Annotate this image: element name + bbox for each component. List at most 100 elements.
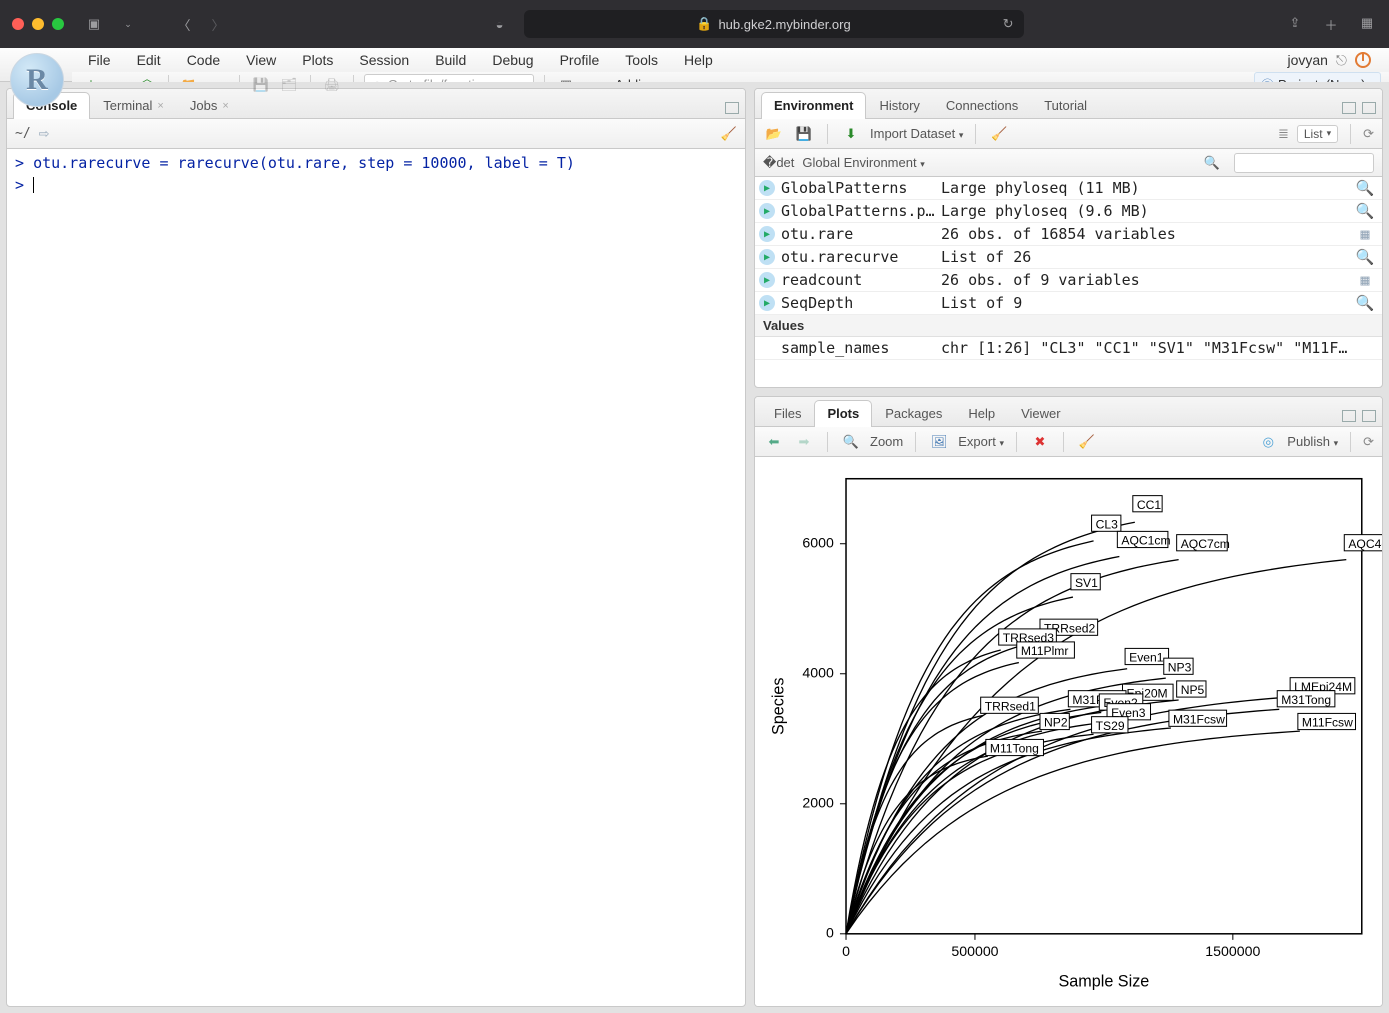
env-row-action-icon[interactable]: ▦	[1352, 271, 1378, 289]
menu-help[interactable]: Help	[674, 48, 723, 72]
menu-view[interactable]: View	[236, 48, 286, 72]
env-view-mode[interactable]: List ▾	[1297, 125, 1338, 143]
close-window-icon[interactable]	[12, 18, 24, 30]
pane-maximize-icon[interactable]	[1362, 410, 1376, 422]
address-bar[interactable]: 🔒 hub.gke2.mybinder.org ↻	[524, 10, 1024, 38]
broom-icon[interactable]: 🧹	[988, 123, 1010, 145]
env-row-action-icon[interactable]: ▦	[1352, 225, 1378, 243]
zoom-button[interactable]: Zoom	[870, 434, 903, 449]
maximize-window-icon[interactable]	[52, 18, 64, 30]
lock-icon: 🔒	[696, 16, 712, 32]
refresh-icon[interactable]: ⟳	[1363, 126, 1374, 142]
tab-environment[interactable]: Environment	[761, 92, 866, 119]
export-button[interactable]: Export ▾	[958, 434, 1004, 449]
tab-terminal[interactable]: Terminal×	[90, 92, 177, 119]
share-icon[interactable]: ⇪	[1285, 15, 1305, 34]
env-row-action-icon[interactable]: 🔍	[1352, 202, 1378, 220]
menu-session[interactable]: Session	[349, 48, 419, 72]
menu-debug[interactable]: Debug	[482, 48, 543, 72]
signout-icon[interactable]: ⎋	[1336, 52, 1347, 69]
plot-prev-icon[interactable]: ⬅	[763, 431, 785, 453]
open-workspace-icon[interactable]: 📂	[763, 123, 785, 145]
env-row-action-icon[interactable]: 🔍	[1352, 248, 1378, 266]
vertical-splitter[interactable]	[746, 88, 754, 1007]
power-icon[interactable]	[1355, 52, 1371, 68]
expand-icon[interactable]: ▶	[759, 295, 775, 311]
console-go-icon[interactable]: ⇨	[39, 126, 50, 142]
import-dataset-button[interactable]: Import Dataset ▾	[870, 126, 963, 141]
horizontal-splitter[interactable]	[754, 388, 1383, 396]
expand-icon[interactable]: ▶	[759, 249, 775, 265]
remove-plot-icon[interactable]: ✖	[1029, 431, 1051, 453]
series-label: AQC1cm	[1117, 531, 1170, 547]
pane-minimize-icon[interactable]	[1342, 410, 1356, 422]
tab-files[interactable]: Files	[761, 400, 814, 427]
cube-icon: �det	[763, 155, 794, 171]
series-label: Even1	[1125, 648, 1168, 664]
minimize-window-icon[interactable]	[32, 18, 44, 30]
menu-tools[interactable]: Tools	[615, 48, 668, 72]
series-label: M11Fcsw	[1298, 713, 1356, 729]
tabs-overview-icon[interactable]: ▦	[1357, 15, 1377, 34]
series-label: AQC4cm	[1344, 535, 1382, 551]
env-row[interactable]: ▶readcount26 obs. of 9 variables▦	[755, 269, 1382, 292]
import-dataset-icon[interactable]: ⬇︎	[840, 123, 862, 145]
console-output[interactable]: > otu.rarecurve = rarecurve(otu.rare, st…	[7, 149, 745, 1006]
env-scope-button[interactable]: Global Environment ▾	[802, 155, 924, 170]
refresh-icon[interactable]: ⟳	[1363, 434, 1374, 450]
env-search-input[interactable]	[1234, 153, 1374, 173]
env-row-action-icon[interactable]: 🔍	[1352, 179, 1378, 197]
tab-connections[interactable]: Connections	[933, 92, 1031, 119]
menu-plots[interactable]: Plots	[292, 48, 343, 72]
env-row[interactable]: ▶otu.rare26 obs. of 16854 variables▦	[755, 223, 1382, 246]
forward-icon[interactable]: 〉	[208, 15, 228, 34]
expand-icon[interactable]: ▶	[759, 180, 775, 196]
shield-icon[interactable]: ◒	[490, 17, 510, 32]
tab-viewer[interactable]: Viewer	[1008, 400, 1074, 427]
new-tab-icon[interactable]: ＋	[1321, 15, 1341, 34]
save-icon[interactable]: 💾	[250, 74, 272, 96]
menu-profile[interactable]: Profile	[550, 48, 610, 72]
env-row[interactable]: ▶SeqDepthList of 9🔍	[755, 292, 1382, 315]
expand-icon[interactable]: ▶	[759, 272, 775, 288]
broom-icon[interactable]: 🧹	[1076, 431, 1098, 453]
reload-icon[interactable]: ↻	[1003, 16, 1014, 32]
tab-packages[interactable]: Packages	[872, 400, 955, 427]
expand-icon[interactable]: ▶	[759, 226, 775, 242]
plot-next-icon[interactable]: ➡	[793, 431, 815, 453]
tab-history[interactable]: History	[866, 92, 932, 119]
save-workspace-icon[interactable]: 💾	[793, 123, 815, 145]
close-icon[interactable]: ×	[157, 100, 163, 112]
close-icon[interactable]: ×	[222, 100, 228, 112]
sidebar-dropdown-icon[interactable]: ⌄	[118, 19, 138, 30]
series-label: M31Tong	[1277, 691, 1335, 707]
menu-file[interactable]: File	[78, 48, 121, 72]
pane-maximize-icon[interactable]	[725, 102, 739, 114]
menu-edit[interactable]: Edit	[127, 48, 171, 72]
print-icon[interactable]: 🖨	[321, 74, 343, 96]
env-row[interactable]: ▶GlobalPatterns.p…Large phyloseq (9.6 MB…	[755, 200, 1382, 223]
publish-button[interactable]: Publish ▾	[1287, 434, 1338, 449]
publish-icon: ◎	[1257, 431, 1279, 453]
clear-console-icon[interactable]: 🧹	[721, 126, 737, 142]
env-row[interactable]: sample_names chr [1:26] "CL3" "CC1" "SV1…	[755, 337, 1382, 360]
sidebar-toggle-icon[interactable]: ▣	[84, 16, 104, 32]
tab-help[interactable]: Help	[955, 400, 1008, 427]
menu-build[interactable]: Build	[425, 48, 476, 72]
series-label: AQC7cm	[1177, 535, 1230, 551]
tab-tutorial[interactable]: Tutorial	[1031, 92, 1100, 119]
rstudio-app: R File Edit Code View Plots Session Buil…	[0, 48, 1389, 1011]
env-row[interactable]: ▶GlobalPatternsLarge phyloseq (11 MB)🔍	[755, 177, 1382, 200]
back-icon[interactable]: 〈	[174, 15, 194, 34]
env-row-action-icon[interactable]: 🔍	[1352, 294, 1378, 312]
pane-minimize-icon[interactable]	[1342, 102, 1356, 114]
pane-maximize-icon[interactable]	[1362, 102, 1376, 114]
view-lines-icon[interactable]: ≣	[1278, 126, 1289, 142]
menu-code[interactable]: Code	[177, 48, 230, 72]
env-row[interactable]: ▶otu.rarecurveList of 26🔍	[755, 246, 1382, 269]
tab-plots[interactable]: Plots	[814, 400, 872, 427]
tab-jobs[interactable]: Jobs×	[177, 92, 242, 119]
expand-icon[interactable]: ▶	[759, 203, 775, 219]
save-all-icon[interactable]: 🗂	[278, 74, 300, 96]
svg-text:SV1: SV1	[1075, 576, 1098, 590]
